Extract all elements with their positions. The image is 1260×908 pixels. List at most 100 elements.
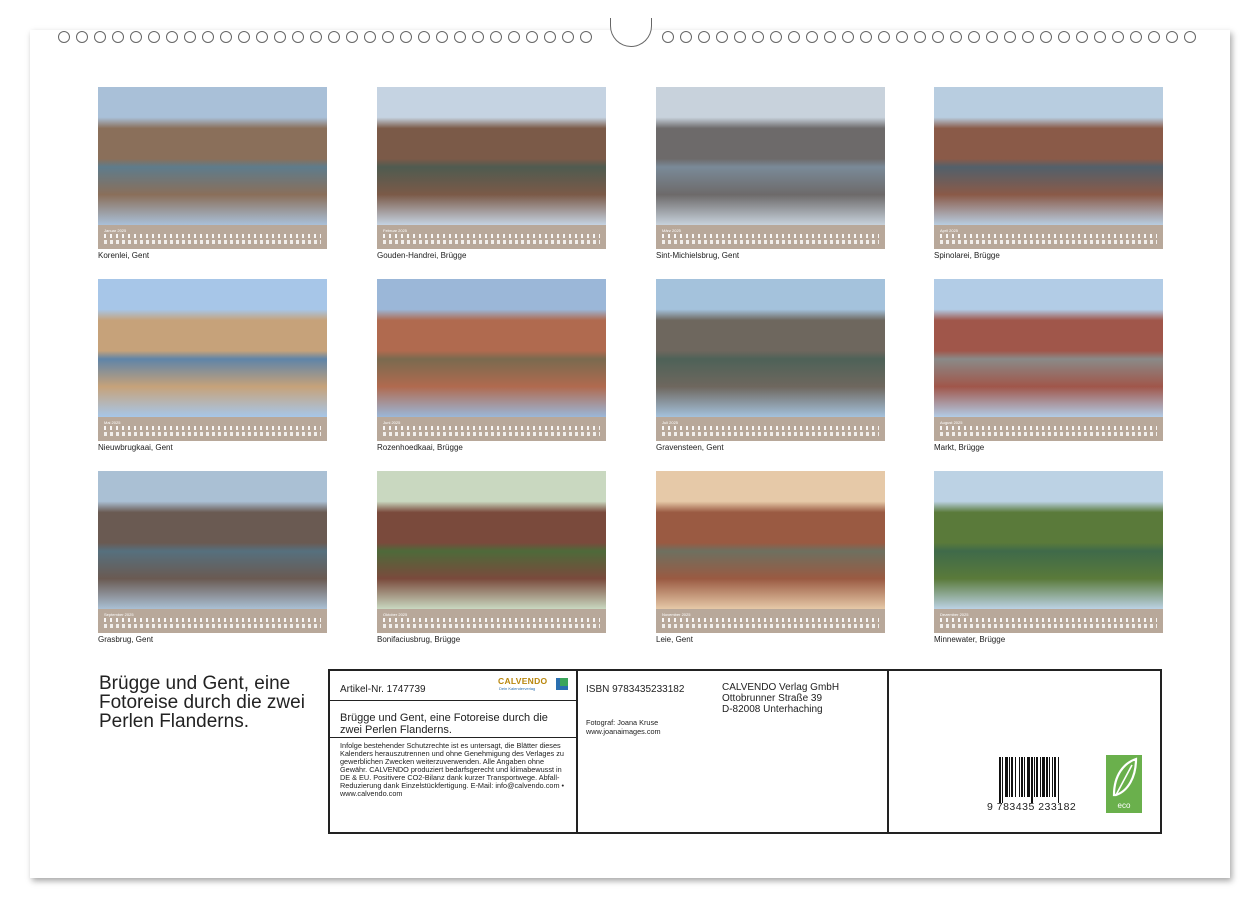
binding-ring: [526, 31, 538, 43]
product-description: Brügge und Gent, eine Fotoreise durch di…: [340, 712, 548, 736]
binding-ring: [1076, 31, 1088, 43]
day-number-row: [383, 432, 600, 436]
binding-ring: [454, 31, 466, 43]
month-thumbnail: August 2025 Markt, Brügge: [934, 279, 1163, 452]
calvendo-logo-text: CALVENDO: [498, 676, 548, 686]
binding-ring: [1040, 31, 1052, 43]
weekday-row: [383, 234, 600, 238]
binding-ring: [734, 31, 746, 43]
weekday-row: [383, 618, 600, 622]
binding-ring: [1112, 31, 1124, 43]
month-calendar-strip: Juli 2025: [656, 417, 885, 441]
ring-row-right: [662, 31, 1196, 45]
binding-ring: [1094, 31, 1106, 43]
calendar-title: Brügge und Gent, eine Fotoreise durch di…: [99, 673, 305, 732]
binding-ring: [896, 31, 908, 43]
month-thumbnail: Dezember 2025 Minnewater, Brügge: [934, 471, 1163, 644]
month-calendar-strip: Februar 2025: [377, 225, 606, 249]
month-label: September 2025: [104, 612, 134, 617]
weekday-row: [104, 426, 321, 430]
photo-caption: Rozenhoedkaai, Brügge: [377, 443, 463, 452]
day-number-row: [104, 432, 321, 436]
binding-ring: [788, 31, 800, 43]
photo-caption: Gravensteen, Gent: [656, 443, 724, 452]
month-calendar-strip: September 2025: [98, 609, 327, 633]
binding-ring: [914, 31, 926, 43]
calvendo-logo-subtext: Dein Kalenderverlag: [499, 686, 536, 691]
publisher-street: Ottobrunner Straße 39: [722, 693, 823, 704]
binding-ring: [1022, 31, 1034, 43]
binding-ring: [544, 31, 556, 43]
isbn: ISBN 9783435233182: [586, 684, 685, 695]
weekday-row: [104, 234, 321, 238]
day-number-row: [104, 624, 321, 628]
binding-ring: [202, 31, 214, 43]
month-label: Januar 2025: [104, 228, 127, 233]
binding-ring: [328, 31, 340, 43]
day-number-row: [662, 624, 879, 628]
binding-ring: [220, 31, 232, 43]
calvendo-logo: CALVENDO Dein Kalenderverlag: [498, 676, 568, 696]
binding-ring: [184, 31, 196, 43]
month-label: März 2025: [662, 228, 681, 233]
binding-ring: [1166, 31, 1178, 43]
binding-ring: [364, 31, 376, 43]
binding-ring: [842, 31, 854, 43]
leaf-icon: [1112, 757, 1138, 797]
month-thumbnail: Oktober 2025 Bonifaciusbrug, Brügge: [377, 471, 606, 644]
month-calendar-strip: Juni 2025: [377, 417, 606, 441]
month-label: November 2025: [662, 612, 691, 617]
publisher-name: CALVENDO Verlag GmbH: [722, 682, 840, 693]
article-row: Artikel-Nr. 1747739 CALVENDO Dein Kalend…: [330, 671, 576, 701]
binding-ring: [418, 31, 430, 43]
month-photo: [934, 279, 1163, 417]
month-calendar-strip: Januar 2025: [98, 225, 327, 249]
weekday-row: [940, 426, 1157, 430]
month-photo: [377, 471, 606, 609]
weekday-row: [104, 618, 321, 622]
day-number-row: [104, 240, 321, 244]
binding-ring: [770, 31, 782, 43]
month-thumbnail: März 2025 Sint-Michielsbrug, Gent: [656, 87, 885, 260]
article-number: Artikel-Nr. 1747739: [340, 684, 426, 695]
barcode-bar: [1059, 757, 1060, 803]
day-number-row: [940, 240, 1157, 244]
month-calendar-strip: Mai 2025: [98, 417, 327, 441]
binding-ring: [698, 31, 710, 43]
binding-ring: [508, 31, 520, 43]
month-photo: [98, 471, 327, 609]
info-column-article: Artikel-Nr. 1747739 CALVENDO Dein Kalend…: [330, 671, 578, 832]
photo-caption: Bonifaciusbrug, Brügge: [377, 635, 461, 644]
photo-caption: Minnewater, Brügge: [934, 635, 1006, 644]
month-label: Februar 2025: [383, 228, 408, 233]
binding-ring: [986, 31, 998, 43]
binding-ring: [490, 31, 502, 43]
day-number-row: [940, 432, 1157, 436]
day-number-row: [662, 432, 879, 436]
calvendo-mark-icon: [556, 678, 568, 690]
binding-ring: [1184, 31, 1196, 43]
day-number-row: [940, 624, 1157, 628]
binding-ring: [346, 31, 358, 43]
month-photo: [656, 87, 885, 225]
month-calendar-strip: August 2025: [934, 417, 1163, 441]
binding-ring: [58, 31, 70, 43]
ring-row-left: [58, 31, 592, 45]
binding-ring: [968, 31, 980, 43]
photo-caption: Spinolarei, Brügge: [934, 251, 1000, 260]
binding-ring: [400, 31, 412, 43]
month-label: Juni 2025: [383, 420, 401, 425]
binding-ring: [1130, 31, 1142, 43]
month-thumbnail: Januar 2025 Korenlei, Gent: [98, 87, 327, 260]
weekday-row: [940, 618, 1157, 622]
day-number-row: [662, 240, 879, 244]
month-thumbnail: Juli 2025 Gravensteen, Gent: [656, 279, 885, 452]
month-calendar-strip: Oktober 2025: [377, 609, 606, 633]
photographer-website: www.joanaimages.com: [586, 726, 661, 736]
binding-ring: [148, 31, 160, 43]
binding-ring: [562, 31, 574, 43]
photo-caption: Grasbrug, Gent: [98, 635, 154, 644]
photo-caption: Korenlei, Gent: [98, 251, 150, 260]
eco-badge: eco: [1106, 755, 1142, 813]
binding-ring: [1148, 31, 1160, 43]
